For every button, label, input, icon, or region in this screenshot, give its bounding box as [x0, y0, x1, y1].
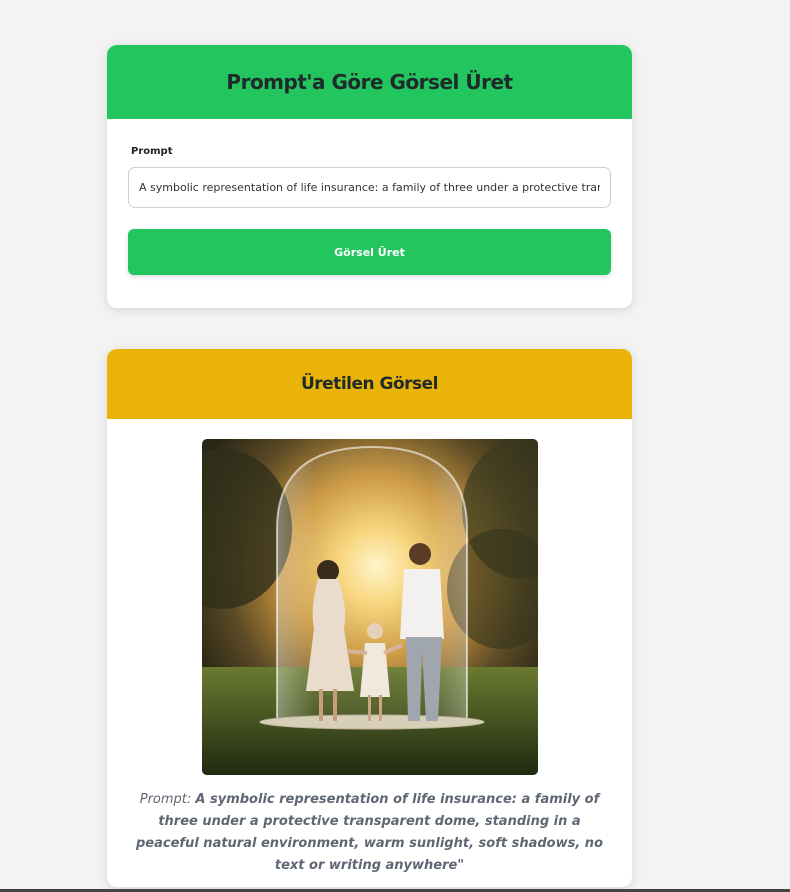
generated-image — [202, 439, 538, 775]
prompt-input[interactable] — [128, 167, 611, 208]
generated-image-caption: Prompt: A symbolic representation of lif… — [131, 789, 608, 877]
generator-card-title: Prompt'a Göre Görsel Üret — [107, 45, 632, 119]
result-card: Üretilen Görsel Prompt: A symbolic repre… — [107, 349, 632, 887]
result-card-title: Üretilen Görsel — [107, 349, 632, 419]
generator-card: Prompt'a Göre Görsel Üret Prompt Görsel … — [107, 45, 632, 308]
caption-prefix: Prompt: — [139, 792, 192, 807]
prompt-label: Prompt — [131, 146, 173, 157]
caption-prompt-text: A symbolic representation of life insura… — [136, 792, 603, 873]
generate-image-button[interactable]: Görsel Üret — [128, 229, 611, 275]
generated-image-illustration — [202, 439, 538, 775]
